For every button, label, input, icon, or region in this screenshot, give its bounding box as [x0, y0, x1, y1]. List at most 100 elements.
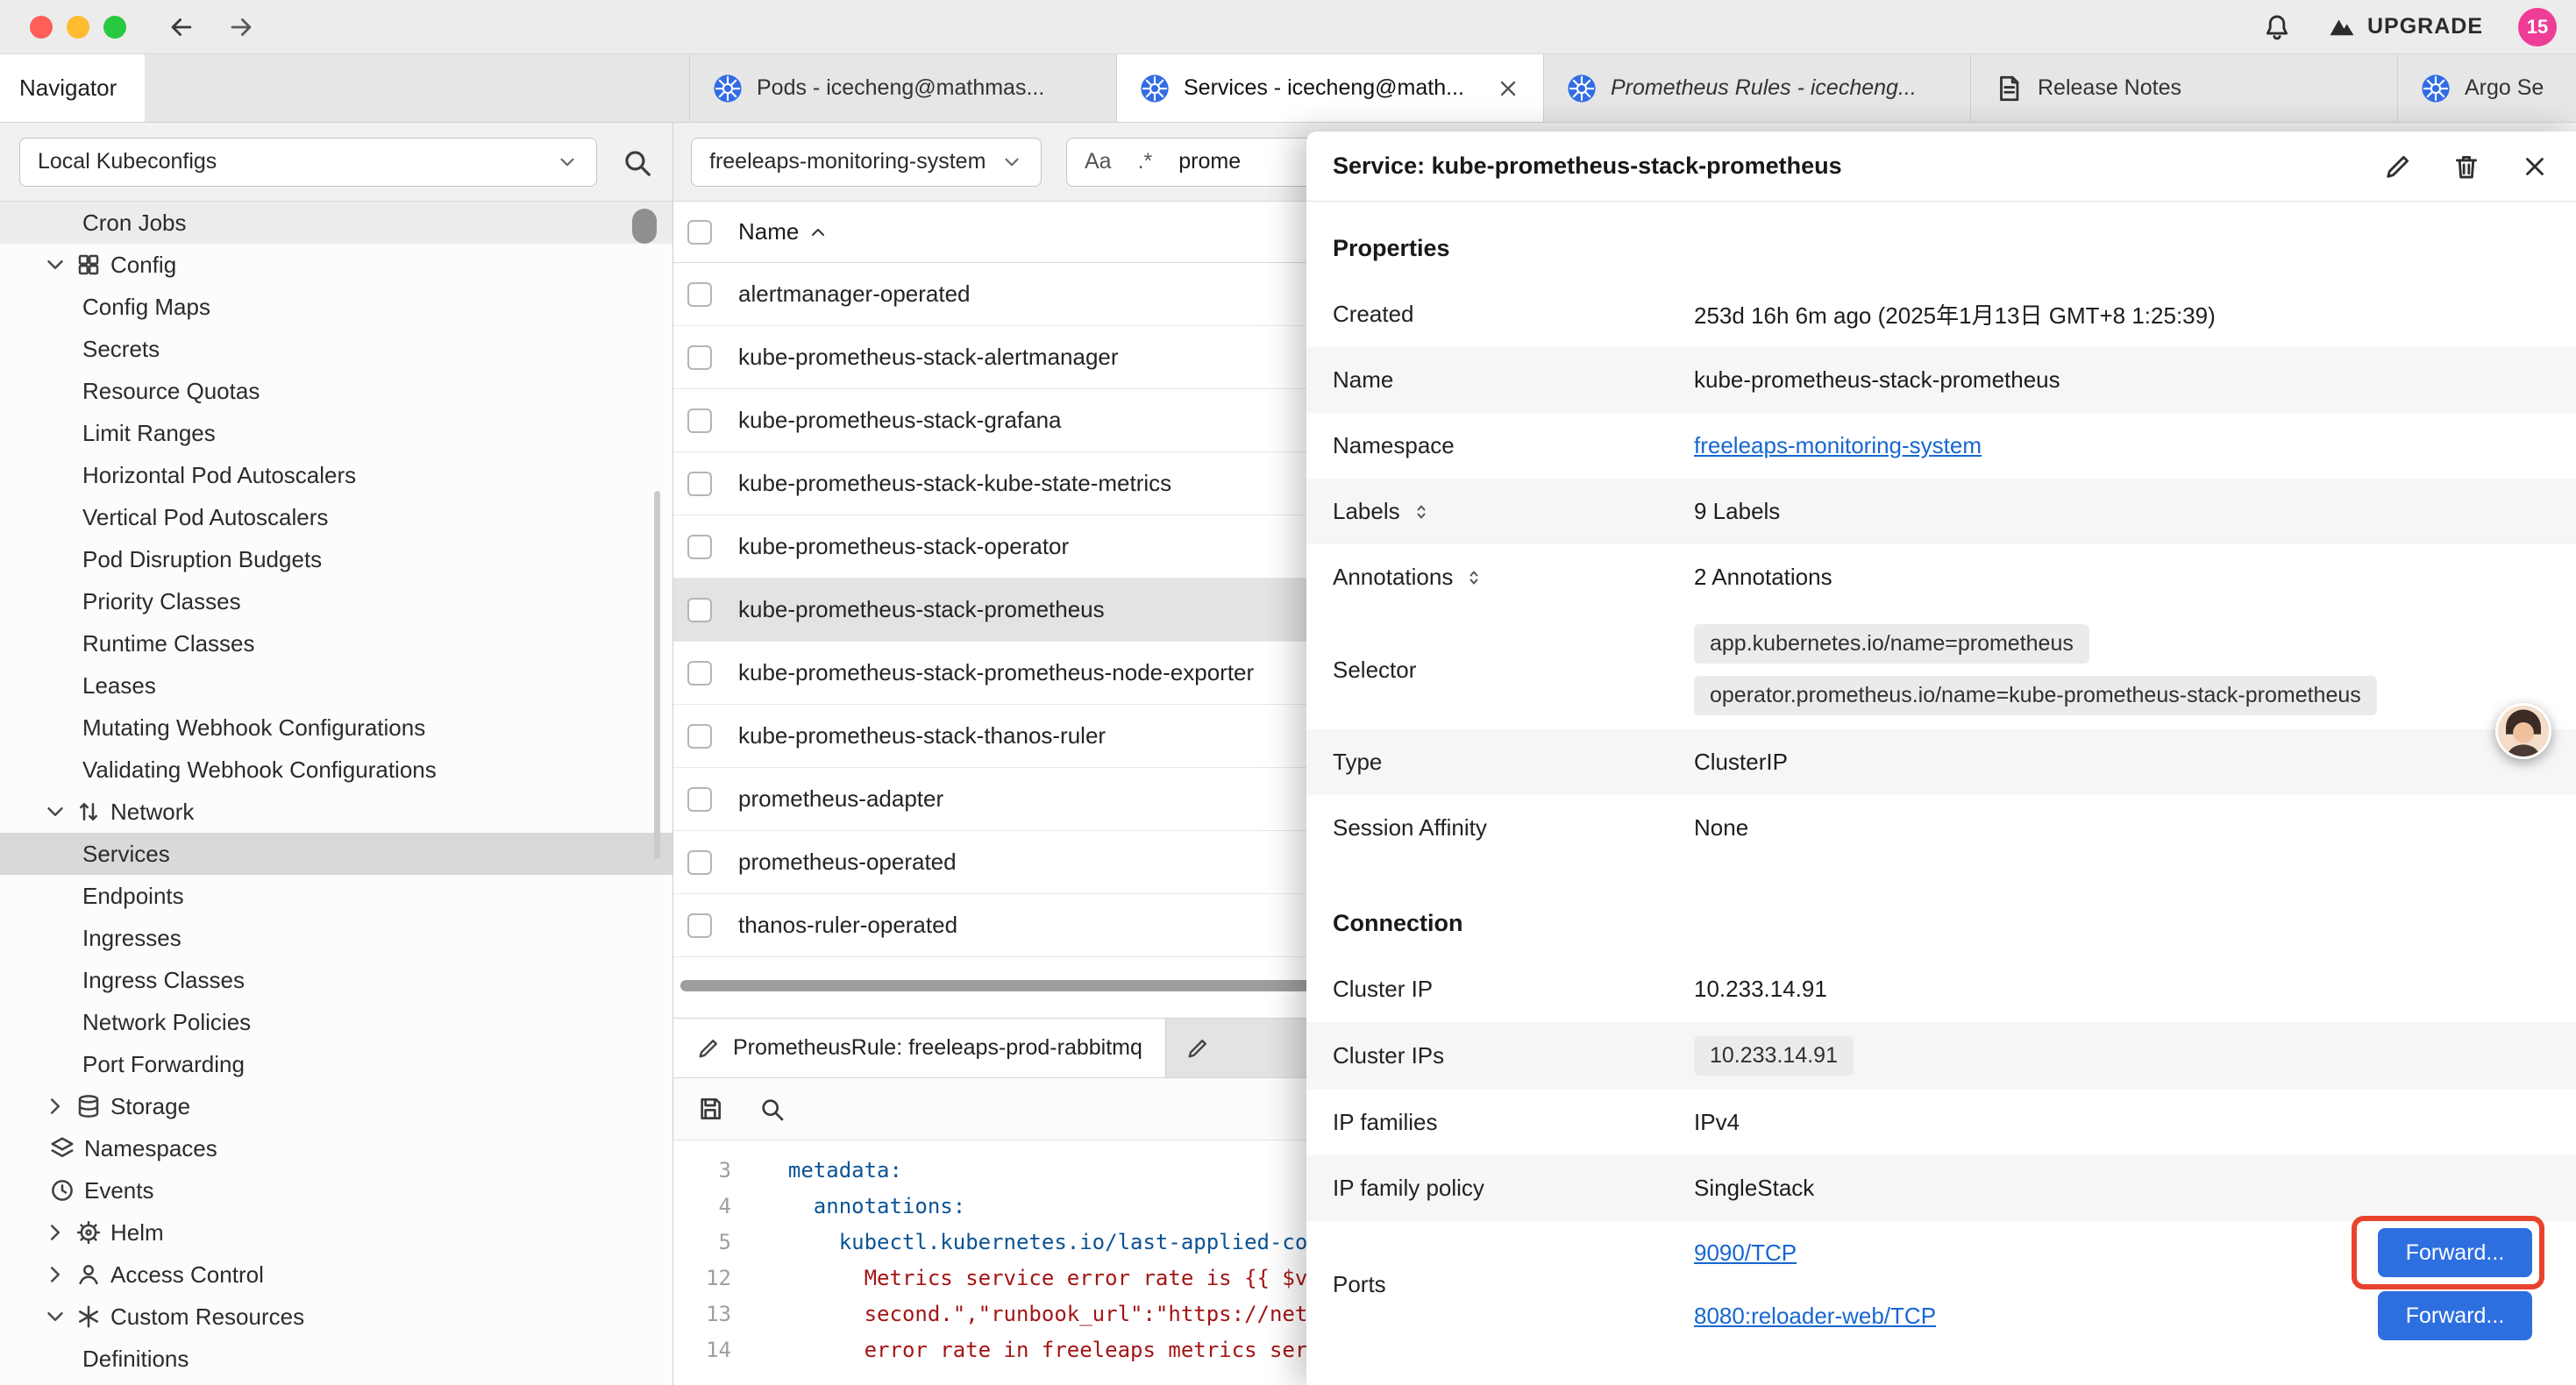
- sidebar-item-namespaces[interactable]: Namespaces: [0, 1127, 672, 1169]
- sidebar-item-secrets[interactable]: Secrets: [0, 328, 672, 370]
- user-avatar[interactable]: [2495, 703, 2551, 759]
- chevron-down-icon[interactable]: [42, 252, 68, 278]
- property-label: Created: [1333, 301, 1694, 328]
- sidebar-item-priority-classes[interactable]: Priority Classes: [0, 580, 672, 622]
- editor-tab-label: PrometheusRule: freeleaps-prod-rabbitmq: [733, 1035, 1142, 1061]
- property-value-text: 253d 16h 6m ago (2025年1月13日 GMT+8 1:25:3…: [1694, 298, 2216, 330]
- sidebar-item-runtime-classes[interactable]: Runtime Classes: [0, 622, 672, 664]
- back-icon[interactable]: [167, 12, 196, 42]
- row-checkbox[interactable]: [687, 661, 712, 685]
- sidebar-item-config-maps[interactable]: Config Maps: [0, 286, 672, 328]
- select-all-checkbox[interactable]: [687, 220, 712, 245]
- sidebar-item-events[interactable]: Events: [0, 1169, 672, 1211]
- editor-tab-prometheusrule[interactable]: PrometheusRule: freeleaps-prod-rabbitmq: [673, 1019, 1166, 1077]
- sidebar-item-label: Resource Quotas: [82, 378, 260, 405]
- row-checkbox[interactable]: [687, 408, 712, 433]
- kubeconfig-selector[interactable]: Local Kubeconfigs: [19, 138, 597, 187]
- regex-toggle[interactable]: .*: [1138, 149, 1153, 174]
- navigator-panel-tab[interactable]: Navigator: [0, 54, 145, 122]
- port-link[interactable]: 9090/TCP: [1694, 1239, 1797, 1267]
- tab-release-notes[interactable]: Release Notes: [1971, 54, 2398, 122]
- sidebar-item-pod-disruption-budgets[interactable]: Pod Disruption Budgets: [0, 538, 672, 580]
- line-number: 14: [673, 1332, 731, 1368]
- sidebar-item-config[interactable]: Config: [0, 244, 672, 286]
- delete-icon[interactable]: [2451, 152, 2481, 181]
- sidebar-item-label: Leases: [82, 672, 156, 700]
- match-case-toggle[interactable]: Aa: [1085, 149, 1112, 174]
- property-value: IPv4: [1694, 1109, 2550, 1136]
- sidebar-item-horizontal-pod-autoscalers[interactable]: Horizontal Pod Autoscalers: [0, 454, 672, 496]
- sidebar-item-services[interactable]: Services: [0, 833, 672, 875]
- row-checkbox[interactable]: [687, 472, 712, 496]
- sidebar-item-cron-jobs[interactable]: Cron Jobs: [0, 202, 672, 244]
- row-checkbox[interactable]: [687, 913, 712, 938]
- namespace-selector[interactable]: freeleaps-monitoring-system: [691, 138, 1042, 187]
- minimize-window-button[interactable]: [67, 16, 89, 39]
- row-checkbox[interactable]: [687, 598, 712, 622]
- tab-pods-icecheng-mathmas[interactable]: Pods - icecheng@mathmas...: [690, 54, 1117, 122]
- main-content: Local Kubeconfigs Cron JobsConfigConfig …: [0, 123, 2576, 1385]
- sidebar-item-access-control[interactable]: Access Control: [0, 1254, 672, 1296]
- sidebar-item-ingresses[interactable]: Ingresses: [0, 917, 672, 959]
- sidebar-item-resource-quotas[interactable]: Resource Quotas: [0, 370, 672, 412]
- sidebar-item-port-forwarding[interactable]: Port Forwarding: [0, 1043, 672, 1085]
- sidebar-search-icon[interactable]: [620, 146, 653, 179]
- tab-services-icecheng-math[interactable]: Services - icecheng@math...: [1117, 54, 1544, 122]
- sort-icon[interactable]: [1411, 501, 1432, 522]
- row-checkbox[interactable]: [687, 345, 712, 370]
- row-checkbox[interactable]: [687, 787, 712, 812]
- sidebar-item-helm[interactable]: Helm: [0, 1211, 672, 1254]
- sidebar-item-definitions[interactable]: Definitions: [0, 1338, 672, 1380]
- row-checkbox[interactable]: [687, 850, 712, 875]
- sidebar-item-endpoints[interactable]: Endpoints: [0, 875, 672, 917]
- sidebar-item-ingress-classes[interactable]: Ingress Classes: [0, 959, 672, 1001]
- property-label-text: Ports: [1333, 1271, 1386, 1298]
- chevron-down-icon[interactable]: [42, 1303, 68, 1330]
- sidebar-item-mutating-webhook-configurations[interactable]: Mutating Webhook Configurations: [0, 707, 672, 749]
- tab-label: Prometheus Rules - icecheng...: [1611, 75, 1947, 101]
- name-column-header[interactable]: Name: [738, 218, 829, 245]
- sidebar-item-leases[interactable]: Leases: [0, 664, 672, 707]
- editor-tab-sliver[interactable]: [1166, 1019, 1229, 1077]
- chevron-down-icon[interactable]: [42, 799, 68, 825]
- port-forward-button[interactable]: Forward...: [2378, 1291, 2532, 1340]
- notifications-bell-icon[interactable]: [2262, 12, 2292, 42]
- kubernetes-icon: [1140, 74, 1170, 103]
- sidebar-item-limit-ranges[interactable]: Limit Ranges: [0, 412, 672, 454]
- tab-label: Release Notes: [2038, 75, 2374, 101]
- chevron-right-icon[interactable]: [42, 1219, 68, 1246]
- close-icon[interactable]: [1496, 76, 1520, 101]
- notification-count-badge[interactable]: 15: [2518, 8, 2557, 46]
- sort-icon[interactable]: [1463, 567, 1484, 588]
- sidebar-scrollbar-track[interactable]: [654, 491, 660, 859]
- sidebar-item-network-policies[interactable]: Network Policies: [0, 1001, 672, 1043]
- tab-prometheus-rules-icecheng[interactable]: Prometheus Rules - icecheng...: [1544, 54, 1971, 122]
- close-window-button[interactable]: [30, 16, 53, 39]
- property-value: kube-prometheus-stack-prometheus: [1694, 366, 2550, 394]
- upgrade-button[interactable]: UPGRADE: [2327, 12, 2483, 42]
- property-value: None: [1694, 814, 2550, 842]
- port-link[interactable]: 8080:reloader-web/TCP: [1694, 1303, 1936, 1330]
- row-checkbox[interactable]: [687, 535, 712, 559]
- row-checkbox[interactable]: [687, 724, 712, 749]
- sidebar-scrollbar-thumb[interactable]: [632, 209, 657, 244]
- edit-icon[interactable]: [2383, 152, 2413, 181]
- tab-argo-se[interactable]: Argo Se: [2398, 54, 2576, 122]
- sidebar-item-label: Ingress Classes: [82, 967, 245, 994]
- sidebar-item-storage[interactable]: Storage: [0, 1085, 672, 1127]
- sidebar-item-network[interactable]: Network: [0, 791, 672, 833]
- port-forward-button[interactable]: Forward...: [2378, 1228, 2532, 1277]
- property-value-text[interactable]: freeleaps-monitoring-system: [1694, 432, 1982, 459]
- editor-search-icon[interactable]: [758, 1095, 786, 1123]
- line-number: 12: [673, 1261, 731, 1296]
- sidebar-item-custom-resources[interactable]: Custom Resources: [0, 1296, 672, 1338]
- chevron-right-icon[interactable]: [42, 1093, 68, 1119]
- close-icon[interactable]: [2520, 152, 2550, 181]
- forward-icon[interactable]: [226, 12, 256, 42]
- sidebar-item-validating-webhook-configurations[interactable]: Validating Webhook Configurations: [0, 749, 672, 791]
- row-checkbox[interactable]: [687, 282, 712, 307]
- maximize-window-button[interactable]: [103, 16, 126, 39]
- chevron-right-icon[interactable]: [42, 1261, 68, 1288]
- save-icon[interactable]: [696, 1095, 724, 1123]
- sidebar-item-vertical-pod-autoscalers[interactable]: Vertical Pod Autoscalers: [0, 496, 672, 538]
